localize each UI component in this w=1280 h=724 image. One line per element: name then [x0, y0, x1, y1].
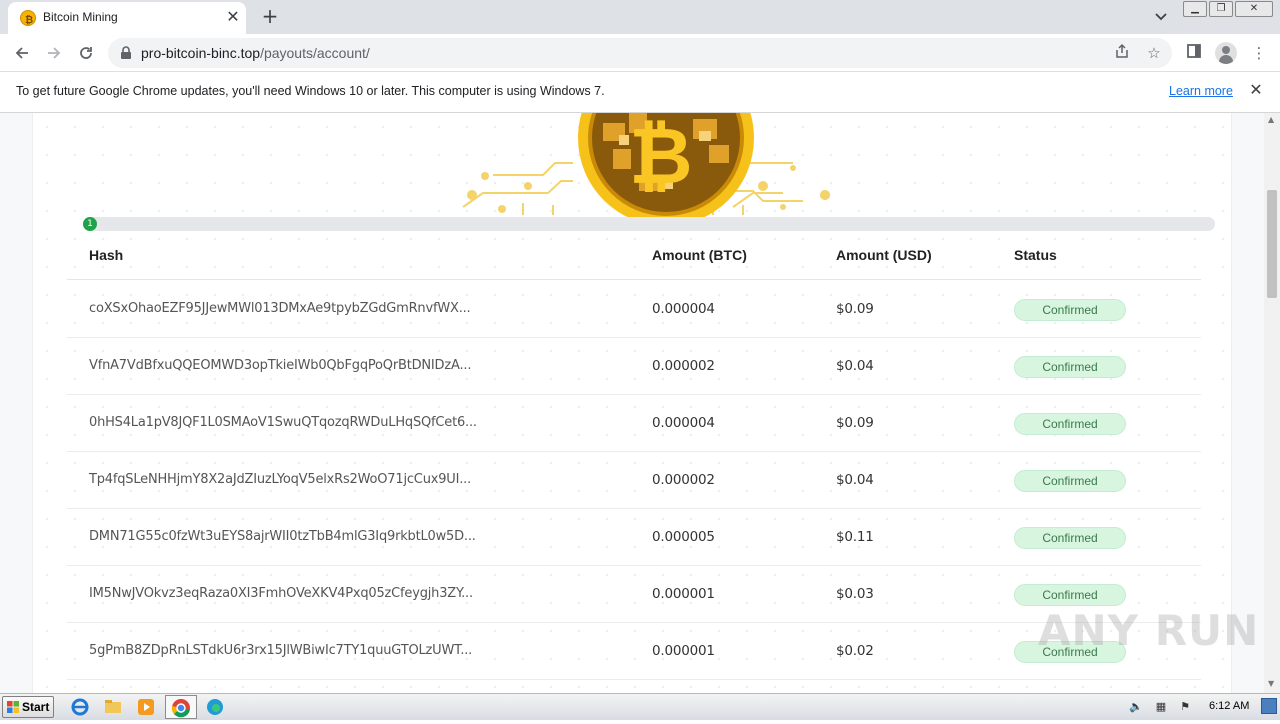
- table-row: VfnA7VdBfxuQQEOMWD3opTkieIWb0QbFgqPoQrBt…: [67, 338, 1201, 395]
- hash-cell: VfnA7VdBfxuQQEOMWD3opTkieIWb0QbFgqPoQrBt…: [89, 358, 472, 373]
- network-icon[interactable]: ▦: [1153, 700, 1169, 714]
- hash-cell: 5gPmB8ZDpRnLSTdkU6r3rx15JlWBiwIc7TY1quuG…: [89, 643, 473, 658]
- anyrun-watermark: ANY RUN: [1038, 606, 1260, 655]
- mining-progress-bar: 1: [83, 217, 1215, 231]
- table-row: coXSxOhaoEZF95JJewMWl013DMxAe9tpybZGdGmR…: [67, 281, 1201, 338]
- browser-toolbar: pro-bitcoin-binc.top/payouts/account/ ☆ …: [0, 34, 1280, 72]
- action-center-flag-icon[interactable]: ⚑: [1177, 700, 1193, 714]
- clock[interactable]: 6:12 AM: [1209, 700, 1249, 712]
- windows-flag-icon: [7, 701, 19, 713]
- infobar-message: To get future Google Chrome updates, you…: [16, 84, 605, 98]
- tab-search-chevron-icon[interactable]: [1150, 6, 1172, 28]
- usd-amount-cell: $0.09: [836, 415, 874, 431]
- menu-dots-icon[interactable]: ⋮: [1248, 42, 1270, 64]
- start-button[interactable]: Start: [2, 696, 54, 718]
- media-player-icon[interactable]: [136, 697, 158, 717]
- header-amount-btc: Amount (BTC): [652, 247, 747, 263]
- btc-amount-cell: 0.000002: [652, 472, 715, 488]
- status-badge: Confirmed: [1014, 413, 1126, 435]
- scroll-up-icon[interactable]: ▲: [1268, 115, 1274, 124]
- edge-icon[interactable]: [205, 697, 227, 717]
- status-badge: Confirmed: [1014, 356, 1126, 378]
- table-row: Tp4fqSLeNHHjmY8X2aJdZIuzLYoqV5elxRs2WoO7…: [67, 452, 1201, 509]
- tab-close-icon[interactable]: ✕: [224, 8, 242, 26]
- hash-cell: Tp4fqSLeNHHjmY8X2aJdZIuzLYoqV5elxRs2WoO7…: [89, 472, 472, 487]
- share-icon[interactable]: [1112, 43, 1132, 63]
- status-badge: Confirmed: [1014, 584, 1126, 606]
- btc-amount-cell: 0.000002: [652, 358, 715, 374]
- reload-icon[interactable]: [73, 40, 99, 66]
- show-desktop-button[interactable]: [1261, 698, 1277, 714]
- header-amount-usd: Amount (USD): [836, 247, 932, 263]
- usd-amount-cell: $0.04: [836, 358, 874, 374]
- volume-icon[interactable]: 🔈: [1128, 700, 1144, 714]
- windows-taskbar: Start 🔈 ▦ ⚑ 6:12 AM: [0, 693, 1280, 720]
- btc-amount-cell: 0.000004: [652, 415, 715, 431]
- hash-cell: DMN71G55c0fzWt3uEYS8ajrWII0tzTbB4mlG3Iq9…: [89, 529, 476, 544]
- status-badge: Confirmed: [1014, 470, 1126, 492]
- table-row: DMN71G55c0fzWt3uEYS8ajrWII0tzTbB4mlG3Iq9…: [67, 509, 1201, 566]
- btc-amount-cell: 0.000005: [652, 529, 715, 545]
- address-bar[interactable]: pro-bitcoin-binc.top/payouts/account/ ☆: [108, 38, 1172, 68]
- profile-icon[interactable]: [1215, 42, 1237, 64]
- lock-icon[interactable]: [120, 46, 132, 60]
- bitcoin-favicon-icon: ₿: [20, 10, 36, 26]
- usd-amount-cell: $0.11: [836, 529, 874, 545]
- tab-title: Bitcoin Mining: [43, 10, 118, 24]
- bitcoin-coin-icon: ₿: [433, 113, 833, 230]
- back-arrow-icon[interactable]: [9, 40, 35, 66]
- btc-amount-cell: 0.000001: [652, 643, 715, 659]
- status-badge: Confirmed: [1014, 299, 1126, 321]
- status-badge: Confirmed: [1014, 527, 1126, 549]
- hash-cell: 0hHS4La1pV8JQF1L0SMAoV1SwuQTqozqRWDuLHqS…: [89, 415, 477, 430]
- tab-bitcoin-mining[interactable]: ₿ Bitcoin Mining ✕: [8, 2, 246, 34]
- star-icon[interactable]: ☆: [1144, 43, 1164, 63]
- tab-strip: ₿ Bitcoin Mining ✕ + ▁ ❐ ✕: [0, 0, 1280, 34]
- table-row: 5gPmB8ZDpRnLSTdkU6r3rx15JlWBiwIc7TY1quuG…: [67, 623, 1201, 680]
- usd-amount-cell: $0.04: [836, 472, 874, 488]
- usd-amount-cell: $0.03: [836, 586, 874, 602]
- btc-amount-cell: 0.000004: [652, 301, 715, 317]
- new-tab-button[interactable]: +: [258, 5, 282, 29]
- file-explorer-icon[interactable]: [103, 697, 125, 717]
- svg-text:₿: ₿: [25, 14, 33, 26]
- forward-arrow-icon[interactable]: [41, 40, 67, 66]
- progress-fill: 1: [83, 217, 97, 231]
- internet-explorer-icon[interactable]: [70, 697, 92, 717]
- learn-more-link[interactable]: Learn more: [1169, 84, 1233, 98]
- hash-cell: IM5NwJVOkvz3eqRaza0XI3FmhOVeXKV4Pxq05zCf…: [89, 586, 473, 601]
- url-text: pro-bitcoin-binc.top/payouts/account/: [141, 45, 370, 61]
- header-hash: Hash: [89, 247, 124, 263]
- window-close-button[interactable]: ✕: [1235, 1, 1273, 17]
- close-icon[interactable]: ✕: [1247, 81, 1265, 99]
- side-panel-icon[interactable]: [1183, 42, 1205, 64]
- scroll-down-icon[interactable]: ▼: [1268, 679, 1274, 688]
- update-infobar: To get future Google Chrome updates, you…: [0, 72, 1280, 113]
- table-row: IM5NwJVOkvz3eqRaza0XI3FmhOVeXKV4Pxq05zCf…: [67, 566, 1201, 623]
- start-label: Start: [22, 700, 50, 714]
- usd-amount-cell: $0.02: [836, 643, 874, 659]
- scroll-thumb[interactable]: [1267, 190, 1277, 298]
- chrome-taskbar-button[interactable]: [165, 695, 197, 719]
- table-row: 0hHS4La1pV8JQF1L0SMAoV1SwuQTqozqRWDuLHqS…: [67, 395, 1201, 452]
- header-status: Status: [1014, 247, 1057, 263]
- header-divider: [67, 279, 1201, 280]
- hash-cell: coXSxOhaoEZF95JJewMWl013DMxAe9tpybZGdGmR…: [89, 301, 471, 316]
- svg-text:₿: ₿: [629, 113, 693, 202]
- restore-button[interactable]: ❐: [1209, 1, 1233, 17]
- page-scrollbar[interactable]: ▲ ▼: [1264, 113, 1280, 693]
- minimize-button[interactable]: ▁: [1183, 1, 1207, 17]
- btc-amount-cell: 0.000001: [652, 586, 715, 602]
- usd-amount-cell: $0.09: [836, 301, 874, 317]
